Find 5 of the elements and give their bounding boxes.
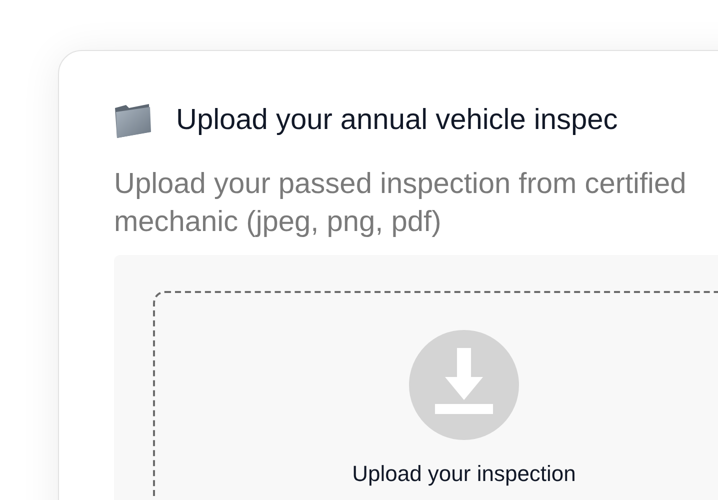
card-subtitle: Upload your passed inspection from certified mechanic (jpeg, png, pdf) [114,167,688,240]
card-title: Upload your annual vehicle inspec [176,103,618,138]
folder-icon [114,102,152,140]
download-icon [409,330,519,440]
dropzone-label: Upload your inspection [352,460,576,488]
